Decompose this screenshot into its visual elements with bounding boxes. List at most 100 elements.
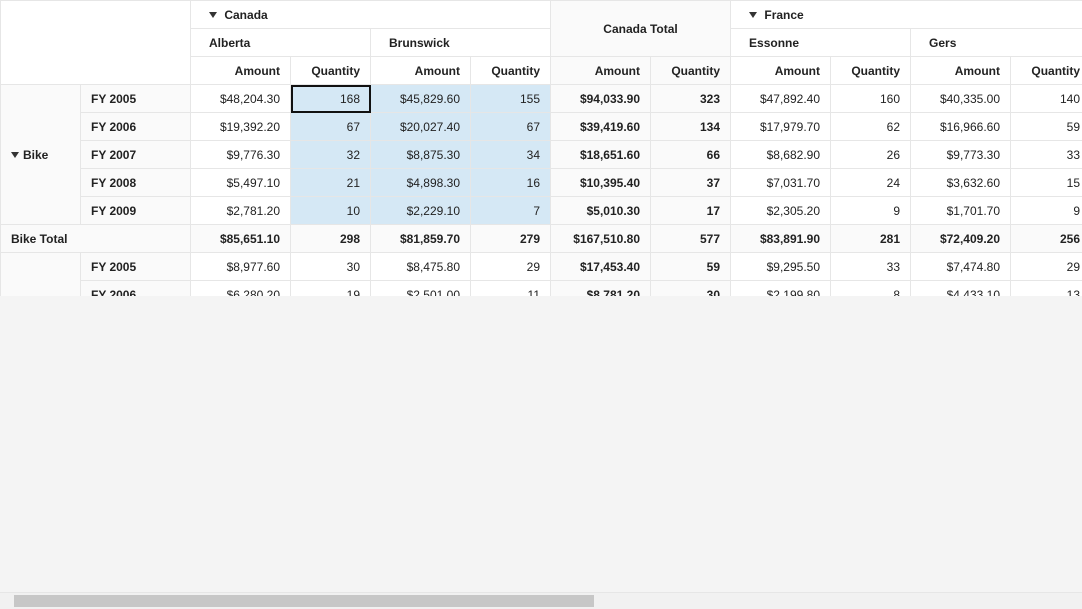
data-cell[interactable]: 33 xyxy=(1011,141,1082,169)
pivot-table[interactable]: Canada Canada Total France Alberta Bruns… xyxy=(0,0,1082,296)
year-header[interactable]: FY 2005 xyxy=(81,85,191,113)
subtotal-cell[interactable]: 256 xyxy=(1011,225,1082,253)
data-cell[interactable]: $8,475.80 xyxy=(371,253,471,281)
data-cell[interactable]: 155 xyxy=(471,85,551,113)
data-cell[interactable]: 66 xyxy=(651,141,731,169)
data-cell[interactable]: $2,305.20 xyxy=(731,197,831,225)
data-cell[interactable]: $2,781.20 xyxy=(191,197,291,225)
data-cell[interactable]: 134 xyxy=(651,113,731,141)
data-cell[interactable]: $4,433.10 xyxy=(911,281,1011,297)
data-cell[interactable]: 67 xyxy=(471,113,551,141)
data-cell[interactable]: $8,977.60 xyxy=(191,253,291,281)
data-cell[interactable]: 9 xyxy=(1011,197,1082,225)
measure-header[interactable]: Quantity xyxy=(1011,57,1082,85)
data-cell[interactable]: 7 xyxy=(471,197,551,225)
data-cell[interactable]: 67 xyxy=(291,113,371,141)
data-cell[interactable]: $10,395.40 xyxy=(551,169,651,197)
region-header-alberta[interactable]: Alberta xyxy=(191,29,371,57)
data-cell[interactable]: 13 xyxy=(1011,281,1082,297)
measure-header[interactable]: Quantity xyxy=(831,57,911,85)
region-header-essonne[interactable]: Essonne xyxy=(731,29,911,57)
data-cell[interactable]: 30 xyxy=(651,281,731,297)
region-header-gers[interactable]: Gers xyxy=(911,29,1082,57)
data-cell[interactable]: 59 xyxy=(651,253,731,281)
data-cell[interactable]: 9 xyxy=(831,197,911,225)
data-cell[interactable]: $8,781.20 xyxy=(551,281,651,297)
data-cell[interactable]: $4,898.30 xyxy=(371,169,471,197)
data-cell[interactable]: 30 xyxy=(291,253,371,281)
data-cell[interactable]: 19 xyxy=(291,281,371,297)
data-cell[interactable]: $5,497.10 xyxy=(191,169,291,197)
data-cell[interactable]: $47,892.40 xyxy=(731,85,831,113)
data-cell[interactable]: $19,392.20 xyxy=(191,113,291,141)
data-cell[interactable]: $7,474.80 xyxy=(911,253,1011,281)
subtotal-header[interactable]: Bike Total xyxy=(1,225,191,253)
data-cell[interactable]: 16 xyxy=(471,169,551,197)
year-header[interactable]: FY 2006 xyxy=(81,281,191,297)
subtotal-cell[interactable]: 279 xyxy=(471,225,551,253)
data-cell[interactable]: 8 xyxy=(831,281,911,297)
region-header-brunswick[interactable]: Brunswick xyxy=(371,29,551,57)
year-header[interactable]: FY 2009 xyxy=(81,197,191,225)
data-cell[interactable]: $9,773.30 xyxy=(911,141,1011,169)
subtotal-cell[interactable]: $83,891.90 xyxy=(731,225,831,253)
data-cell[interactable]: 140 xyxy=(1011,85,1082,113)
data-cell[interactable]: 17 xyxy=(651,197,731,225)
data-cell[interactable]: 32 xyxy=(291,141,371,169)
data-cell[interactable]: $94,033.90 xyxy=(551,85,651,113)
data-cell[interactable]: 10 xyxy=(291,197,371,225)
subtotal-cell[interactable]: 281 xyxy=(831,225,911,253)
country-header-france[interactable]: France xyxy=(731,1,1082,29)
data-cell[interactable]: 15 xyxy=(1011,169,1082,197)
data-cell[interactable]: $48,204.30 xyxy=(191,85,291,113)
country-header-canada[interactable]: Canada xyxy=(191,1,551,29)
category-header[interactable]: Car xyxy=(1,253,81,297)
data-cell[interactable]: $7,031.70 xyxy=(731,169,831,197)
data-cell[interactable]: $9,295.50 xyxy=(731,253,831,281)
data-cell[interactable]: 11 xyxy=(471,281,551,297)
subtotal-cell[interactable]: 298 xyxy=(291,225,371,253)
data-cell[interactable]: $45,829.60 xyxy=(371,85,471,113)
data-cell[interactable]: 26 xyxy=(831,141,911,169)
data-cell[interactable]: 34 xyxy=(471,141,551,169)
data-cell[interactable]: 21 xyxy=(291,169,371,197)
subtotal-cell[interactable]: $81,859.70 xyxy=(371,225,471,253)
data-cell[interactable]: $16,966.60 xyxy=(911,113,1011,141)
data-cell[interactable]: $1,701.70 xyxy=(911,197,1011,225)
data-cell[interactable]: 24 xyxy=(831,169,911,197)
horizontal-scrollbar[interactable] xyxy=(0,592,1082,609)
data-cell[interactable]: 323 xyxy=(651,85,731,113)
data-cell[interactable]: $17,453.40 xyxy=(551,253,651,281)
year-header[interactable]: FY 2005 xyxy=(81,253,191,281)
data-cell[interactable]: $5,010.30 xyxy=(551,197,651,225)
chevron-down-icon[interactable] xyxy=(209,12,217,18)
measure-header[interactable]: Quantity xyxy=(471,57,551,85)
subtotal-cell[interactable]: 577 xyxy=(651,225,731,253)
year-header[interactable]: FY 2006 xyxy=(81,113,191,141)
data-cell[interactable]: $6,280.20 xyxy=(191,281,291,297)
measure-header[interactable]: Quantity xyxy=(651,57,731,85)
data-cell[interactable]: $9,776.30 xyxy=(191,141,291,169)
data-cell[interactable]: $2,501.00 xyxy=(371,281,471,297)
year-header[interactable]: FY 2007 xyxy=(81,141,191,169)
data-cell[interactable]: $2,199.80 xyxy=(731,281,831,297)
scrollbar-thumb[interactable] xyxy=(14,595,594,607)
category-header[interactable]: Bike xyxy=(1,85,81,225)
measure-header[interactable]: Amount xyxy=(911,57,1011,85)
data-cell[interactable]: $18,651.60 xyxy=(551,141,651,169)
data-cell[interactable]: 29 xyxy=(471,253,551,281)
measure-header[interactable]: Amount xyxy=(551,57,651,85)
country-total-header-canada[interactable]: Canada Total xyxy=(551,1,731,57)
chevron-down-icon[interactable] xyxy=(11,152,19,158)
subtotal-cell[interactable]: $167,510.80 xyxy=(551,225,651,253)
data-cell[interactable]: $20,027.40 xyxy=(371,113,471,141)
data-cell[interactable]: 168 xyxy=(291,85,371,113)
measure-header[interactable]: Quantity xyxy=(291,57,371,85)
data-cell[interactable]: 59 xyxy=(1011,113,1082,141)
measure-header[interactable]: Amount xyxy=(371,57,471,85)
data-cell[interactable]: 33 xyxy=(831,253,911,281)
data-cell[interactable]: 37 xyxy=(651,169,731,197)
data-cell[interactable]: 29 xyxy=(1011,253,1082,281)
measure-header[interactable]: Amount xyxy=(731,57,831,85)
data-cell[interactable]: $8,875.30 xyxy=(371,141,471,169)
